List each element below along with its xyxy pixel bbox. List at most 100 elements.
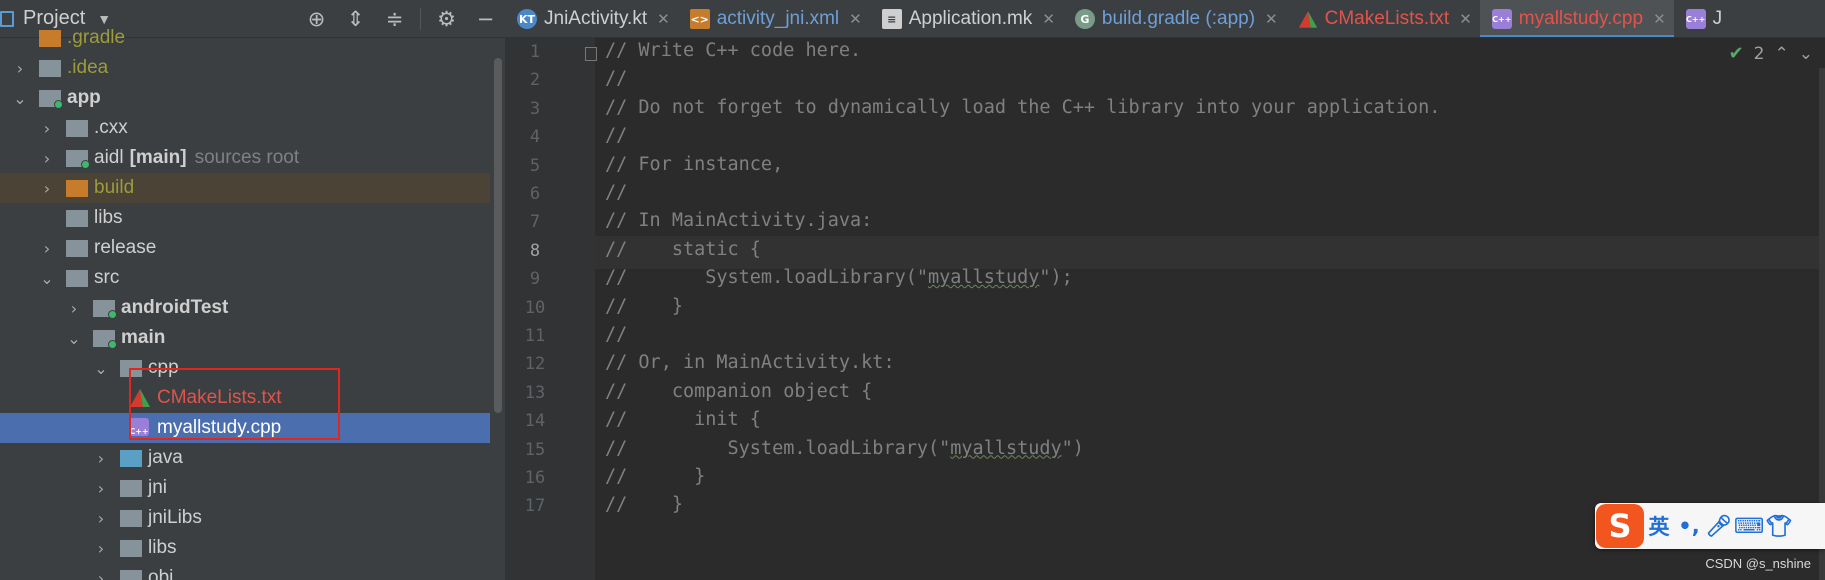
punctuation-toggle[interactable]: •, <box>1674 514 1704 538</box>
line-number: 15 <box>524 439 546 460</box>
tab-label: activity_jni.xml <box>716 8 840 29</box>
code-line[interactable]: // <box>605 324 627 345</box>
tab-label: build.gradle (:app) <box>1101 8 1256 29</box>
kotlin-file-icon: KT <box>517 9 537 29</box>
chevron-right-icon[interactable]: › <box>39 149 55 168</box>
folder-icon <box>39 89 63 109</box>
code-line[interactable]: // In MainActivity.java: <box>605 210 872 231</box>
chevron-right-icon[interactable]: › <box>93 509 109 528</box>
chevron-down-icon[interactable]: ⌄ <box>39 269 55 288</box>
tree-row-java[interactable]: › java <box>0 443 490 473</box>
code-line[interactable]: // <box>605 125 627 146</box>
tree-row-libs[interactable]: › libs <box>0 533 490 563</box>
code-line[interactable]: // } <box>605 296 683 317</box>
line-number: 2 <box>529 70 541 91</box>
code-line[interactable]: // static { <box>605 239 761 260</box>
chevron-right-icon[interactable]: › <box>93 569 109 580</box>
tab-build-gradle-app-[interactable]: Gbuild.gradle (:app) ✕ <box>1063 0 1286 37</box>
code-line[interactable]: // } <box>605 466 705 487</box>
language-toggle[interactable]: 英 <box>1644 511 1674 541</box>
inspection-widget[interactable]: ✔ 2 ⌃ ⌄ <box>1729 43 1813 64</box>
tree-row--idea[interactable]: › .idea <box>0 53 490 83</box>
chevron-right-icon[interactable]: › <box>66 299 82 318</box>
folder-icon <box>93 299 117 319</box>
tree-item-label: .cxx <box>94 117 128 138</box>
tab-cmakelists-txt[interactable]: CMakeLists.txt ✕ <box>1286 0 1480 37</box>
chevron-down-icon[interactable]: ⌄ <box>66 329 82 348</box>
code-line[interactable]: // <box>605 68 627 89</box>
code-line[interactable]: // Or, in MainActivity.kt: <box>605 352 895 373</box>
tree-row-obj[interactable]: › obj <box>0 563 490 580</box>
tree-scrollbar[interactable] <box>491 38 505 580</box>
close-icon[interactable]: ✕ <box>1459 10 1472 28</box>
highlight-box <box>129 368 340 440</box>
folder-icon <box>66 149 90 169</box>
sogou-logo-icon[interactable]: S <box>1596 504 1644 548</box>
next-highlight-icon[interactable]: ⌄ <box>1799 44 1813 64</box>
folder-icon <box>120 479 142 497</box>
tab-j[interactable]: C++ J <box>1674 0 1731 37</box>
close-icon[interactable]: ✕ <box>1265 10 1278 28</box>
chevron-down-icon[interactable]: ⌄ <box>12 89 28 108</box>
line-number: 7 <box>529 212 541 233</box>
chevron-right-icon[interactable]: › <box>93 449 109 468</box>
close-icon[interactable]: ✕ <box>657 10 670 28</box>
tab-label: JniActivity.kt <box>544 8 648 29</box>
line-number: 8 <box>529 240 541 261</box>
tree-row-build[interactable]: › build <box>0 173 490 203</box>
tab-myallstudy-cpp[interactable]: C++ myallstudy.cpp ✕ <box>1479 0 1674 37</box>
chevron-right-icon[interactable]: › <box>12 59 28 78</box>
folder-icon <box>66 209 88 227</box>
code-line[interactable]: // companion object { <box>605 381 872 402</box>
close-icon[interactable]: ✕ <box>849 10 862 28</box>
code-editor[interactable]: 1 2 3 4 5 6 7 8 9 10 11 12 13 14 15 16 17 // Write C++ c… <box>505 38 1825 580</box>
tree-item-label: aidl <box>94 147 124 168</box>
chevron-right-icon[interactable]: › <box>39 179 55 198</box>
project-tree: .gradle › .idea ⌄ app › .cxx › aidl [main] sources… <box>0 27 490 580</box>
module-badge-icon <box>54 99 63 109</box>
line-number: 4 <box>529 127 541 148</box>
tree-row--gradle[interactable]: .gradle <box>0 23 490 53</box>
tree-row-app[interactable]: ⌄ app <box>0 83 490 113</box>
chevron-right-icon[interactable]: › <box>93 539 109 558</box>
tree-row--cxx[interactable]: › .cxx <box>0 113 490 143</box>
close-icon[interactable]: ✕ <box>1042 10 1055 28</box>
typo-underline: myallstudy <box>950 437 1062 459</box>
tree-row-release[interactable]: › release <box>0 233 490 263</box>
chevron-right-icon[interactable]: › <box>93 479 109 498</box>
code-line[interactable]: // } <box>605 494 683 515</box>
close-icon[interactable]: ✕ <box>1653 10 1666 28</box>
code-line[interactable]: // Write C++ code here. <box>605 40 861 61</box>
code-line[interactable]: // System.loadLibrary("myallstudy") <box>605 438 1084 459</box>
code-line[interactable]: // System.loadLibrary("myallstudy"); <box>605 267 1073 288</box>
code-line[interactable]: // <box>605 182 627 203</box>
tree-row-src[interactable]: ⌄ src <box>0 263 490 293</box>
tab-application-mk[interactable]: ≡ Application.mk ✕ <box>870 0 1063 37</box>
microphone-icon[interactable]: 🎤︎ <box>1704 514 1734 539</box>
code-line[interactable]: // For instance, <box>605 154 783 175</box>
chevron-right-icon[interactable]: › <box>39 239 55 258</box>
code-line[interactable]: // Do not forget to dynamically load the… <box>605 97 1440 118</box>
fold-icon[interactable] <box>585 47 597 61</box>
keyboard-icon[interactable]: ⌨ <box>1734 514 1764 538</box>
tab-activity-jni-xml[interactable]: <> activity_jni.xml ✕ <box>678 0 870 37</box>
folder-icon <box>66 179 88 197</box>
tree-row-libs[interactable]: libs <box>0 203 490 233</box>
tree-row-jnilibs[interactable]: › jniLibs <box>0 503 490 533</box>
tree-row-main[interactable]: ⌄ main <box>0 323 490 353</box>
chevron-right-icon[interactable]: › <box>39 119 55 138</box>
cpp-file-icon: C++ <box>1685 9 1706 29</box>
tree-row-aidl[interactable]: › aidl [main] sources root <box>0 143 490 173</box>
tab-jniactivity-kt[interactable]: KT JniActivity.kt ✕ <box>505 0 678 37</box>
chevron-down-icon[interactable]: ⌄ <box>93 359 109 378</box>
tree-item-label: libs <box>94 207 123 228</box>
code-line[interactable]: // init { <box>605 409 761 430</box>
folder-icon <box>66 269 88 287</box>
project-panel: Project ▼ ⊕ ⇕ ≑ ⚙ − .gradle › .idea ⌄ app › .c… <box>0 0 505 580</box>
tree-item-label: java <box>148 447 183 468</box>
shirt-icon[interactable]: 👕︎ <box>1764 514 1794 539</box>
previous-highlight-icon[interactable]: ⌃ <box>1775 44 1789 64</box>
tree-row-jni[interactable]: › jni <box>0 473 490 503</box>
tree-scrollbar-thumb[interactable] <box>494 58 502 413</box>
tree-row-androidtest[interactable]: › androidTest <box>0 293 490 323</box>
